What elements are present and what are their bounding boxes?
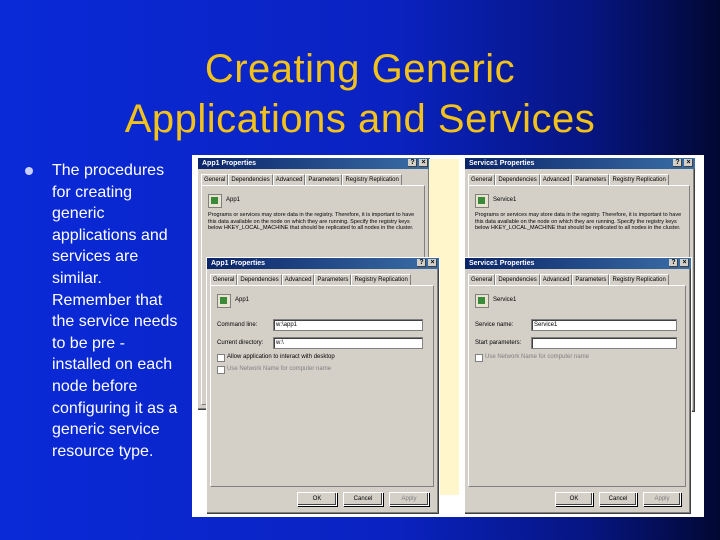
screenshot-area: App1 Properties ? × General Dependencies A… — [192, 155, 704, 517]
cancel-button[interactable]: Cancel — [343, 492, 383, 506]
help-icon[interactable]: ? — [408, 159, 417, 167]
command-line-field[interactable]: w:\app1 — [273, 319, 423, 331]
use-network-name-label: Use Network Name for computer name — [227, 366, 332, 372]
command-line-label: Command line: — [217, 322, 258, 328]
close-icon[interactable]: × — [680, 259, 689, 267]
service1-back-name: Service1 — [493, 197, 517, 203]
slide-title-line-2: Applications and Services — [124, 97, 596, 141]
service-name-label: Service name: — [475, 322, 514, 328]
app1-titlebar: App1 Properties ? × — [207, 258, 439, 269]
app-icon — [217, 294, 231, 308]
ok-button[interactable]: OK — [555, 492, 593, 506]
app1-back-description: Programs or services may store data in t… — [208, 212, 415, 231]
service1-back-titlebar: Service1 Properties ? × — [465, 158, 695, 169]
service1-back-tabs: General Dependencies Advanced Parameters Reg… — [468, 172, 692, 188]
use-network-name-checkbox[interactable] — [217, 366, 225, 374]
bullet-dot-icon — [25, 167, 33, 175]
service1-back-description: Programs or services may store data in t… — [475, 212, 682, 231]
service-icon — [475, 194, 489, 208]
help-icon[interactable]: ? — [669, 259, 678, 267]
service1-name: Service1 — [493, 297, 517, 303]
apply-button[interactable]: Apply — [389, 492, 429, 506]
start-parameters-field[interactable] — [531, 337, 677, 349]
start-parameters-label: Start parameters: — [475, 340, 522, 346]
app1-back-name: App1 — [226, 197, 241, 203]
service1-properties-window: Service1 Properties ? × General Dependenc… — [464, 257, 692, 515]
current-directory-field[interactable]: w:\ — [273, 337, 423, 349]
app1-tabs: General Dependencies Advanced Parameters Reg… — [210, 272, 436, 288]
allow-interact-checkbox[interactable] — [217, 354, 225, 362]
service-name-field[interactable]: Service1 — [531, 319, 677, 331]
apply-button[interactable]: Apply — [643, 492, 681, 506]
use-network-name-checkbox[interactable] — [475, 354, 483, 362]
ok-button[interactable]: OK — [297, 492, 337, 506]
app1-back-tabs: General Dependencies Advanced Parameters Reg… — [201, 172, 427, 188]
service1-tabs: General Dependencies Advanced Parameters Reg… — [468, 272, 688, 288]
use-network-name-label: Use Network Name for computer name — [485, 354, 590, 360]
current-directory-label: Current directory: — [217, 340, 264, 346]
close-icon[interactable]: × — [428, 259, 437, 267]
help-icon[interactable]: ? — [673, 159, 682, 167]
service1-back-title: Service1 Properties — [469, 160, 535, 167]
slide-title-line-1: Creating Generic — [204, 47, 516, 91]
service1-parameters-panel: Service1 Service name: Service1 Start pa… — [468, 285, 686, 487]
allow-interact-label: Allow application to interact with deskt… — [227, 354, 335, 360]
slide-title: Creating Generic Applications and Servic… — [60, 44, 660, 144]
help-icon[interactable]: ? — [417, 259, 426, 267]
app1-properties-window: App1 Properties ? × General Dependencies A… — [206, 257, 440, 515]
app1-name: App1 — [235, 297, 250, 303]
app1-back-titlebar: App1 Properties ? × — [198, 158, 430, 169]
service1-titlebar: Service1 Properties ? × — [465, 258, 691, 269]
bullet-text: The procedures for creating generic appl… — [52, 162, 178, 460]
app1-parameters-panel: App1 Command line: w:\app1 Current direc… — [210, 285, 434, 487]
service1-title: Service1 Properties — [469, 260, 535, 267]
close-icon[interactable]: × — [419, 159, 428, 167]
service-icon — [475, 294, 489, 308]
close-icon[interactable]: × — [684, 159, 693, 167]
app1-title: App1 Properties — [211, 260, 266, 267]
cancel-button[interactable]: Cancel — [599, 492, 637, 506]
app-icon — [208, 194, 222, 208]
app1-back-title: App1 Properties — [202, 160, 257, 167]
